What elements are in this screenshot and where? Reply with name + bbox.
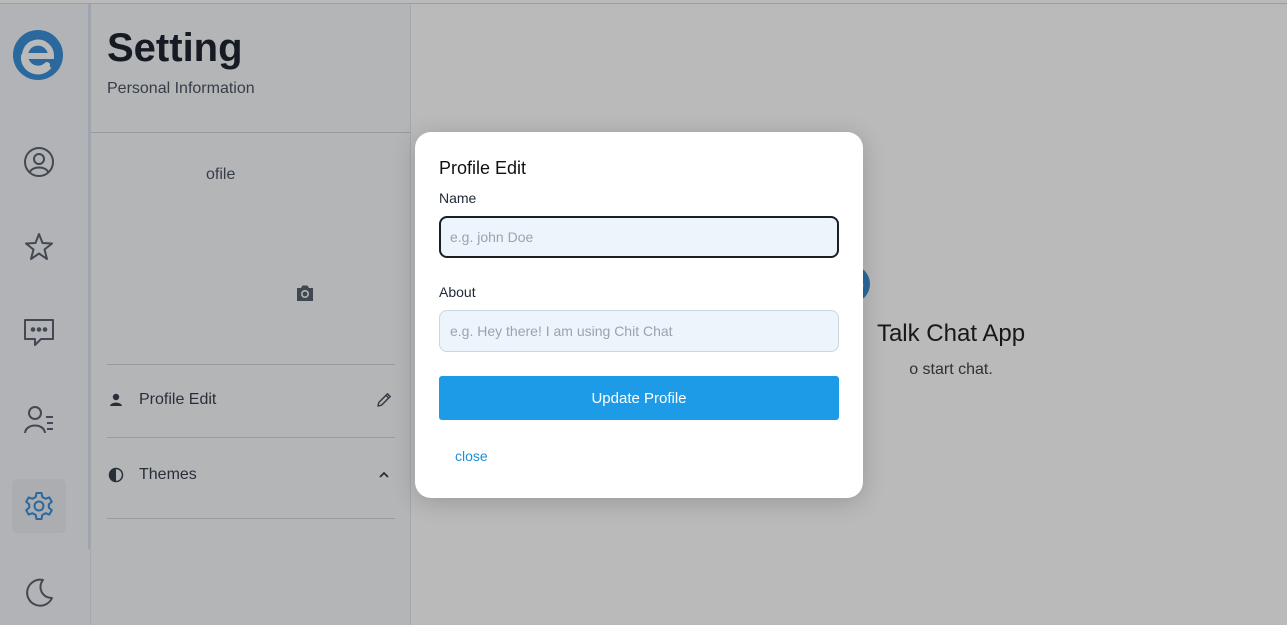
name-label: Name [439,190,477,206]
about-input[interactable] [439,310,839,352]
about-label: About [439,284,476,300]
modal-title: Profile Edit [439,158,527,178]
update-profile-button[interactable]: Update Profile [439,376,839,420]
close-button[interactable]: close [445,444,498,468]
name-input[interactable] [439,216,839,258]
profile-edit-modal: Profile Edit Name About Update Profile c… [415,132,863,498]
